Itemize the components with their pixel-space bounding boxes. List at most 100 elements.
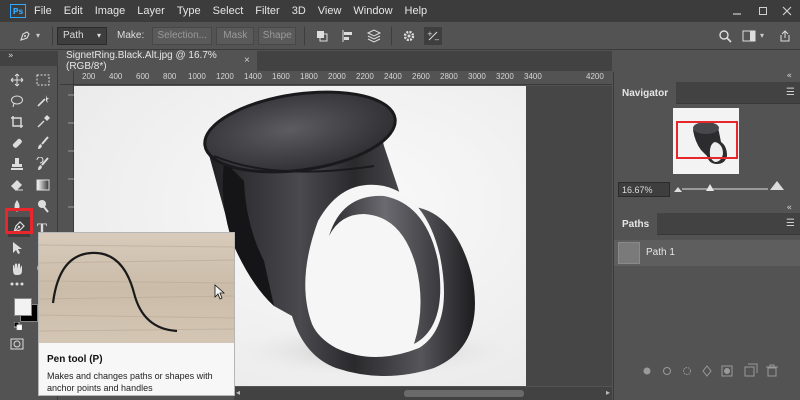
zoom-in-icon[interactable]: [770, 179, 784, 190]
paths-panel-header: Paths ☰: [614, 213, 800, 235]
scroll-right-icon[interactable]: ▸: [606, 388, 610, 397]
workspace-icon[interactable]: [740, 27, 758, 45]
path-arrangement-icon[interactable]: [365, 27, 383, 45]
close-tab-icon[interactable]: ×: [244, 55, 250, 66]
path-alignment-icon[interactable]: [339, 27, 357, 45]
zoom-slider-track[interactable]: [682, 188, 768, 190]
healing-brush-tool-icon[interactable]: [6, 133, 28, 153]
close-window-icon[interactable]: [774, 0, 800, 22]
make-selection-button[interactable]: Selection...: [152, 26, 213, 45]
new-path-icon[interactable]: [744, 363, 758, 379]
menu-view[interactable]: View: [318, 5, 342, 17]
ruler-label: 3400: [524, 72, 542, 81]
panel-menu-icon[interactable]: ☰: [786, 87, 795, 98]
document-tab[interactable]: SignetRing.Black.Alt.jpg @ 16.7% (RGB/8*…: [60, 50, 257, 72]
zoom-out-icon[interactable]: [674, 182, 682, 192]
menu-image[interactable]: Image: [95, 5, 126, 17]
horizontal-scrollbar[interactable]: ◂ ▸: [234, 387, 612, 400]
ruler-label: 800: [163, 72, 177, 81]
stroke-path-icon[interactable]: [667, 363, 679, 379]
menu-help[interactable]: Help: [405, 5, 428, 17]
pen-tool-tooltip: Pen tool (P) Makes and changes paths or …: [38, 232, 235, 396]
panel-menu-icon[interactable]: ☰: [786, 218, 795, 229]
path-mode-select[interactable]: Path ▾: [57, 26, 108, 45]
brush-tool-icon[interactable]: [32, 133, 54, 153]
divider: [52, 26, 54, 45]
collapse-panels-icon[interactable]: «: [786, 71, 792, 81]
gradient-tool-icon[interactable]: [32, 175, 54, 195]
scroll-left-icon[interactable]: ◂: [236, 388, 240, 397]
minimize-icon[interactable]: [724, 0, 750, 22]
horizontal-ruler[interactable]: 200 400 600 800 1000 1200 1400 1600 1800…: [74, 71, 612, 85]
pen-tool-highlight: [5, 208, 33, 234]
maximize-icon[interactable]: [750, 0, 776, 22]
ruler-label: 600: [136, 72, 150, 81]
more-tools-icon[interactable]: [6, 274, 28, 294]
magic-wand-tool-icon[interactable]: [32, 91, 54, 111]
photoshop-window: Ps File Edit Image Layer Type Select Fil…: [0, 0, 800, 400]
eyedropper-tool-icon[interactable]: [32, 112, 54, 132]
ruler-label: 2000: [328, 72, 346, 81]
path-thumbnail: [618, 242, 640, 264]
menu-layer[interactable]: Layer: [137, 5, 165, 17]
svg-text:−: −: [434, 36, 440, 43]
search-icon[interactable]: [716, 27, 734, 45]
eraser-tool-icon[interactable]: [6, 175, 28, 195]
clone-stamp-tool-icon[interactable]: [6, 154, 28, 174]
chevron-down-icon[interactable]: ▾: [36, 31, 40, 40]
move-tool-icon[interactable]: [6, 70, 28, 90]
zoom-input[interactable]: 16.67%: [618, 182, 670, 197]
paths-tab[interactable]: Paths: [614, 213, 658, 235]
make-work-path-icon[interactable]: [704, 363, 716, 379]
foreground-color-swatch[interactable]: [14, 298, 32, 316]
menu-file[interactable]: File: [34, 5, 52, 17]
auto-add-delete-icon[interactable]: + −: [424, 26, 443, 45]
ruler-origin[interactable]: [60, 71, 74, 85]
menu-edit[interactable]: Edit: [64, 5, 83, 17]
menu-3d[interactable]: 3D: [292, 5, 306, 17]
default-colors-icon[interactable]: [13, 320, 23, 331]
menu-window[interactable]: Window: [353, 5, 392, 17]
pen-tool-preset-icon[interactable]: [16, 27, 34, 45]
history-brush-tool-icon[interactable]: [32, 154, 54, 174]
ruler-label: 2200: [356, 72, 374, 81]
ruler-label: 2400: [384, 72, 402, 81]
crop-tool-icon[interactable]: [6, 112, 28, 132]
trash-icon[interactable]: [766, 363, 778, 379]
divider: [304, 26, 306, 45]
share-icon[interactable]: [776, 27, 794, 45]
make-shape-button[interactable]: Shape: [258, 26, 297, 45]
document-tab-bar: SignetRing.Black.Alt.jpg @ 16.7% (RGB/8*…: [60, 50, 612, 72]
tooltip-description: Makes and changes paths or shapes with a…: [47, 371, 213, 393]
ruler-label: 1200: [216, 72, 234, 81]
chevron-down-icon[interactable]: ▾: [760, 31, 764, 40]
lasso-tool-icon[interactable]: [6, 91, 28, 111]
menu-bar: Ps File Edit Image Layer Type Select Fil…: [0, 0, 800, 22]
navigator-view-box[interactable]: [676, 121, 738, 159]
minimize-glyph: [733, 13, 741, 15]
path-operations-icon[interactable]: [313, 27, 331, 45]
divider: [391, 26, 393, 45]
close-glyph: [782, 6, 792, 16]
gear-icon[interactable]: [400, 27, 418, 45]
quick-mask-icon[interactable]: [6, 334, 28, 354]
path-name: Path 1: [646, 247, 675, 258]
navigator-tab[interactable]: Navigator: [614, 82, 677, 104]
menu-select[interactable]: Select: [213, 5, 244, 17]
dodge-tool-icon[interactable]: [32, 196, 54, 216]
path-selection-tool-icon[interactable]: [6, 238, 28, 258]
zoom-slider-knob[interactable]: [706, 184, 715, 191]
menu-type[interactable]: Type: [177, 5, 201, 17]
ruler-label: 1400: [244, 72, 262, 81]
collapse-paths-icon[interactable]: «: [786, 203, 792, 213]
fill-path-icon[interactable]: [647, 363, 659, 379]
collapse-toolbar-icon[interactable]: »: [8, 51, 14, 61]
make-mask-button[interactable]: Mask: [216, 26, 255, 45]
path-row[interactable]: Path 1: [614, 240, 800, 266]
scrollbar-thumb[interactable]: [404, 390, 524, 397]
add-mask-icon[interactable]: [721, 363, 733, 379]
ruler-label: 4200: [586, 72, 604, 81]
menu-filter[interactable]: Filter: [255, 5, 279, 17]
marquee-tool-icon[interactable]: [32, 70, 54, 90]
load-selection-icon[interactable]: [687, 363, 699, 379]
